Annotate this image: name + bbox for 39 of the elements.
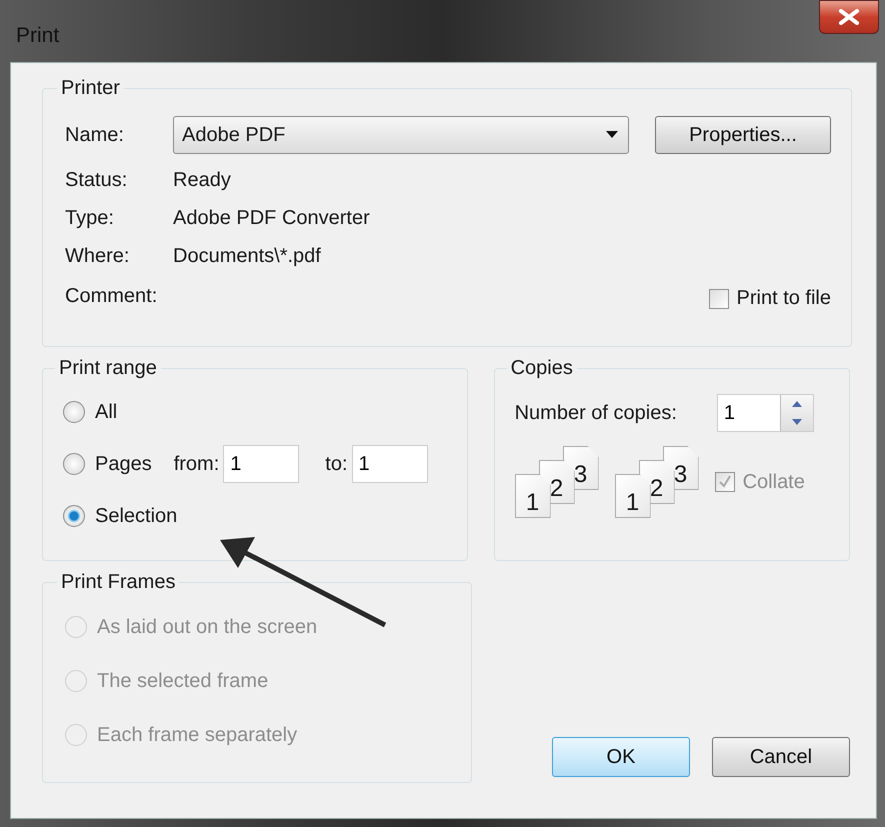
info-label: Where:	[65, 245, 130, 268]
copies-label: Number of copies:	[514, 402, 677, 424]
radio-label: Pages	[95, 452, 152, 476]
radio-button[interactable]	[63, 505, 85, 527]
page-icon: 1	[514, 474, 551, 518]
caret-icon	[606, 131, 618, 139]
printer-dropdown[interactable]: Adobe PDF	[173, 116, 629, 154]
info-label: Status:	[65, 169, 128, 192]
radio-label: Each frame separately	[97, 724, 298, 746]
to-field[interactable]: 1	[352, 445, 428, 483]
close-icon	[838, 9, 860, 25]
group-title: Printer	[60, 77, 121, 100]
info-label: Comment:	[65, 285, 158, 308]
radio-label: All	[95, 400, 118, 424]
page-icon: 1	[614, 474, 651, 518]
from-label: from:	[174, 452, 220, 476]
to-label: to:	[325, 452, 348, 476]
dialog-button[interactable]: OK	[552, 737, 690, 777]
radio-label: Selection	[95, 504, 178, 528]
radio-button[interactable]	[63, 453, 85, 475]
info-label: Type:	[65, 207, 115, 230]
from-field[interactable]: 1	[223, 445, 300, 483]
dialog-button[interactable]: Cancel	[712, 737, 850, 777]
window-title: Print	[16, 24, 60, 48]
group-title: Print Frames	[60, 571, 176, 594]
info-value: Adobe PDF Converter	[173, 207, 371, 230]
info-value: Ready	[173, 169, 232, 192]
radio-label: As laid out on the screen	[97, 616, 318, 638]
close-button[interactable]	[819, 0, 879, 34]
print-to-file-checkbox[interactable]	[708, 288, 729, 308]
radio-label: The selected frame	[97, 670, 268, 692]
group-title: Print range	[58, 357, 158, 380]
checkbox-label: Collate	[742, 470, 805, 494]
radio-button[interactable]	[63, 401, 85, 423]
properties-button[interactable]: Properties...	[655, 116, 831, 154]
info-value: Documents\*.pdf	[173, 245, 322, 268]
group-title: Copies	[510, 357, 574, 380]
checkbox-label: Print to file	[736, 287, 831, 310]
name-label: Name:	[65, 124, 125, 146]
